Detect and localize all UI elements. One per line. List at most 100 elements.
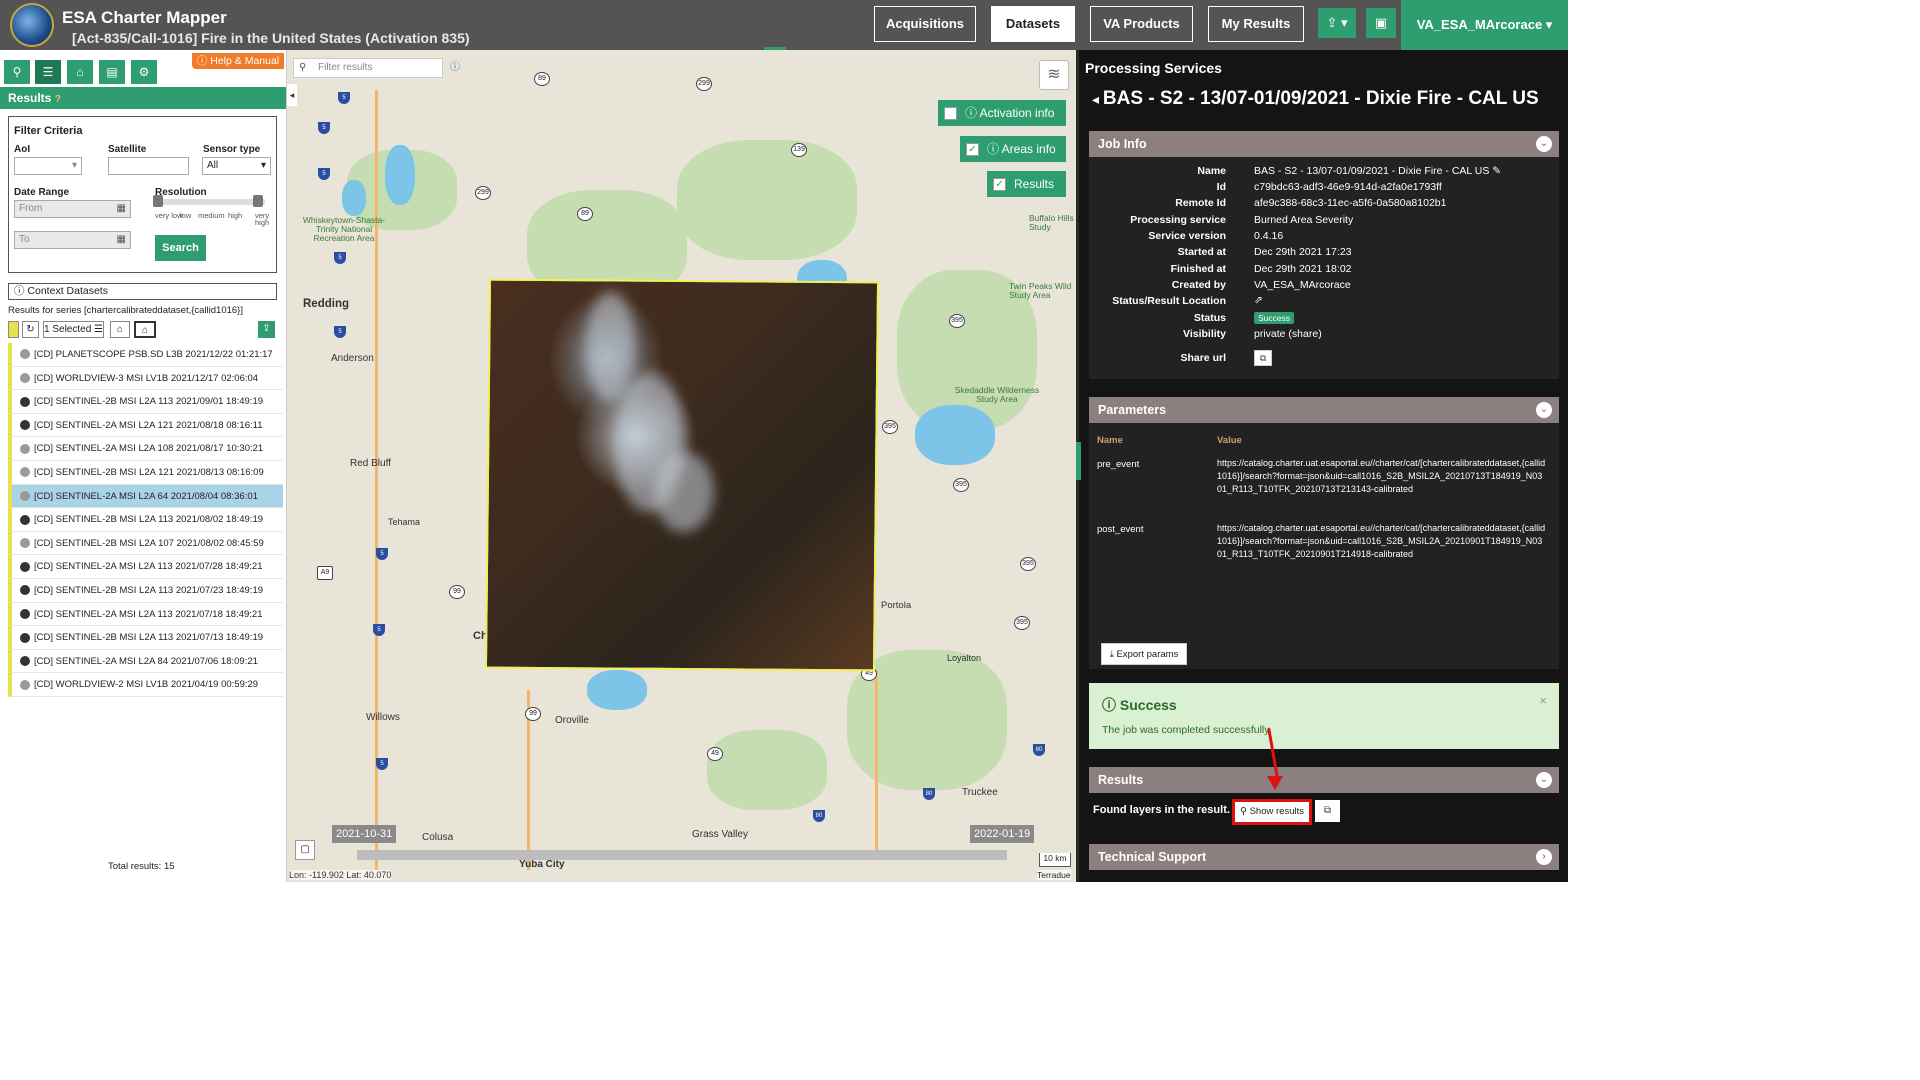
areas-info-checkbox[interactable]: ✓ [966,143,979,157]
dataset-list-item[interactable]: [CD] SENTINEL-2B MSI L2A 121 2021/08/13 … [8,460,283,485]
job-info-header[interactable]: Job Info ⌄ [1089,131,1559,157]
park-label: Twin Peaks Wild Study Area [1009,281,1072,300]
chevron-right-icon[interactable]: › [1536,849,1552,865]
close-icon[interactable]: × [1539,693,1547,708]
aoi-select[interactable]: ▾ [14,157,82,175]
results-toggle[interactable]: ✓ Results [987,171,1066,197]
results-header[interactable]: Results ⌄ [1089,767,1559,793]
chevron-down-icon[interactable]: ⌄ [1536,136,1552,152]
chevron-down-icon[interactable]: ⌄ [1536,402,1552,418]
upload-dropdown-button[interactable]: ⇪ ▾ [1318,8,1356,38]
globe-icon [20,349,30,360]
user-menu[interactable]: VA_ESA_MArcorace ▾ [1401,0,1568,50]
date-from-placeholder: From [19,203,43,214]
globe-icon [20,467,30,478]
job-info-body: Name BAS - S2 - 13/07-01/09/2021 - Dixie… [1089,157,1559,379]
dataset-list-item[interactable]: [CD] SENTINEL-2A MSI L2A 121 2021/08/18 … [8,413,283,438]
selected-count-dropdown[interactable]: 1 Selected ☰ [43,321,104,338]
interstate-shield: 5 [318,122,330,134]
basket-icon[interactable]: ⌂ [67,60,93,84]
forest-area [707,730,827,810]
gear-icon[interactable]: ⚙ [131,60,157,84]
timeline-slider[interactable] [357,850,1007,860]
frame-icon[interactable]: ▢ [295,840,315,860]
export-params-button[interactable]: ⤓ Export params [1101,643,1187,665]
context-datasets-header[interactable]: ⓘ Context Datasets [8,283,277,300]
activation-info-toggle[interactable]: ⓘ Activation info [938,100,1066,126]
layers-icon[interactable]: ≋ [1039,60,1069,90]
info-icon[interactable]: ⓘ [450,59,460,77]
satellite-input[interactable] [108,157,189,175]
chevron-down-icon[interactable]: ⌄ [1536,772,1552,788]
nav-acquisitions[interactable]: Acquisitions [874,6,976,42]
refresh-icon[interactable]: ↻ [22,321,39,338]
archive-icon[interactable]: ▤ [99,60,125,84]
map-filter-input[interactable]: ⚲ Filter results ⓘ [293,58,460,78]
share-icon[interactable]: ⇪ [258,321,275,338]
dataset-list-item[interactable]: [CD] SENTINEL-2A MSI L2A 108 2021/08/17 … [8,437,283,461]
name-value[interactable]: BAS - S2 - 13/07-01/09/2021 - Dixie Fire… [1254,165,1501,177]
nav-va-products[interactable]: VA Products [1090,6,1193,42]
place-label: Yuba City [519,859,565,870]
map-attribution[interactable]: Terradue [1037,870,1071,880]
map-view[interactable]: Redding Anderson Red Bluff Tehama Willow… [287,50,1076,882]
dataset-list-item[interactable]: [CD] SENTINEL-2B MSI L2A 107 2021/08/02 … [8,531,283,556]
dataset-list-item[interactable]: [CD] WORLDVIEW-3 MSI LV1B 2021/12/17 02:… [8,366,283,391]
show-results-button[interactable]: ⚲ Show results [1232,799,1312,825]
dataset-list-item[interactable]: [CD] SENTINEL-2B MSI L2A 113 2021/09/01 … [8,390,283,414]
calendar-icon[interactable]: ▦ [117,232,126,248]
route-shield: 99 [525,707,541,721]
dataset-list-item[interactable]: [CD] SENTINEL-2A MSI L2A 113 2021/07/28 … [8,555,283,579]
search-icon[interactable]: ⚲ [4,60,30,84]
help-manual-button[interactable]: ⓘ Help & Manual [192,53,284,69]
slider-handle-min[interactable] [153,195,163,207]
activation-info-checkbox[interactable] [944,107,957,121]
technical-support-header[interactable]: Technical Support › [1089,844,1559,870]
date-to-input[interactable]: To ▦ [14,231,131,249]
copy-icon[interactable]: ⧉ [1315,800,1340,822]
dataset-label: [CD] SENTINEL-2A MSI L2A 84 2021/07/06 1… [34,655,258,667]
collapse-left-panel-icon[interactable]: ◂ [287,84,297,106]
copy-icon[interactable]: ⧉ [1254,350,1272,366]
back-icon[interactable]: ◂ [1092,91,1103,107]
sensor-type-value: All [207,160,219,171]
select-all-checkbox[interactable] [8,321,19,338]
found-layers-text: Found layers in the result. [1093,804,1230,816]
add-basket-icon[interactable]: ⌂ [110,321,130,338]
sensor-type-select[interactable]: All ▾ [202,157,271,175]
panel-resize-handle[interactable] [1076,442,1081,480]
nav-datasets[interactable]: Datasets [991,6,1075,42]
lake [915,405,995,465]
dataset-list-item[interactable]: [CD] WORLDVIEW-2 MSI LV1B 2021/04/19 00:… [8,673,283,697]
dataset-list-item[interactable]: [CD] SENTINEL-2B MSI L2A 113 2021/07/23 … [8,578,283,603]
areas-info-toggle[interactable]: ✓ ⓘ Areas info [960,136,1066,162]
esa-logo-icon[interactable] [10,3,54,47]
date-from-input[interactable]: From ▦ [14,200,131,218]
external-link-icon[interactable]: ⇗ [1254,294,1263,306]
dataset-list-item[interactable]: [CD] SENTINEL-2A MSI L2A 113 2021/07/18 … [8,602,283,627]
dataset-list-item[interactable]: [CD] SENTINEL-2B MSI L2A 113 2021/08/02 … [8,508,283,532]
satellite-scene-footprint[interactable] [484,278,880,672]
route-shield: 395 [953,478,969,492]
list-icon[interactable]: ☰ [35,60,61,84]
parameters-header[interactable]: Parameters ⌄ [1089,397,1559,423]
help-icon[interactable]: ? [55,94,61,105]
briefcase-icon[interactable]: ▣ [1366,8,1396,38]
calendar-icon[interactable]: ▦ [117,201,126,217]
dataset-label: [CD] SENTINEL-2A MSI L2A 108 2021/08/17 … [34,443,264,455]
dataset-list-item[interactable]: [CD] PLANETSCOPE PSB.SD L3B 2021/12/22 0… [8,343,283,367]
resolution-slider[interactable] [153,195,265,207]
search-button[interactable]: Search [155,235,206,261]
results-checkbox[interactable]: ✓ [993,178,1006,192]
visibility-value[interactable]: private (share) [1254,328,1322,340]
nav-my-results[interactable]: My Results [1208,6,1304,42]
dataset-list-item[interactable]: [CD] SENTINEL-2B MSI L2A 113 2021/07/13 … [8,626,283,650]
dataset-list-item[interactable]: [CD] SENTINEL-2A MSI L2A 64 2021/08/04 0… [8,484,283,509]
basket-icon[interactable]: ⌂ [134,321,156,338]
route-shield: 89 [534,72,550,86]
dataset-list-item[interactable]: [CD] SENTINEL-2A MSI L2A 84 2021/07/06 1… [8,649,283,674]
service-version-key: Service version [1148,230,1226,242]
slider-handle-max[interactable] [253,195,263,207]
interstate-road [375,90,378,870]
finished-at-value: Dec 29th 2021 18:02 [1254,263,1352,275]
